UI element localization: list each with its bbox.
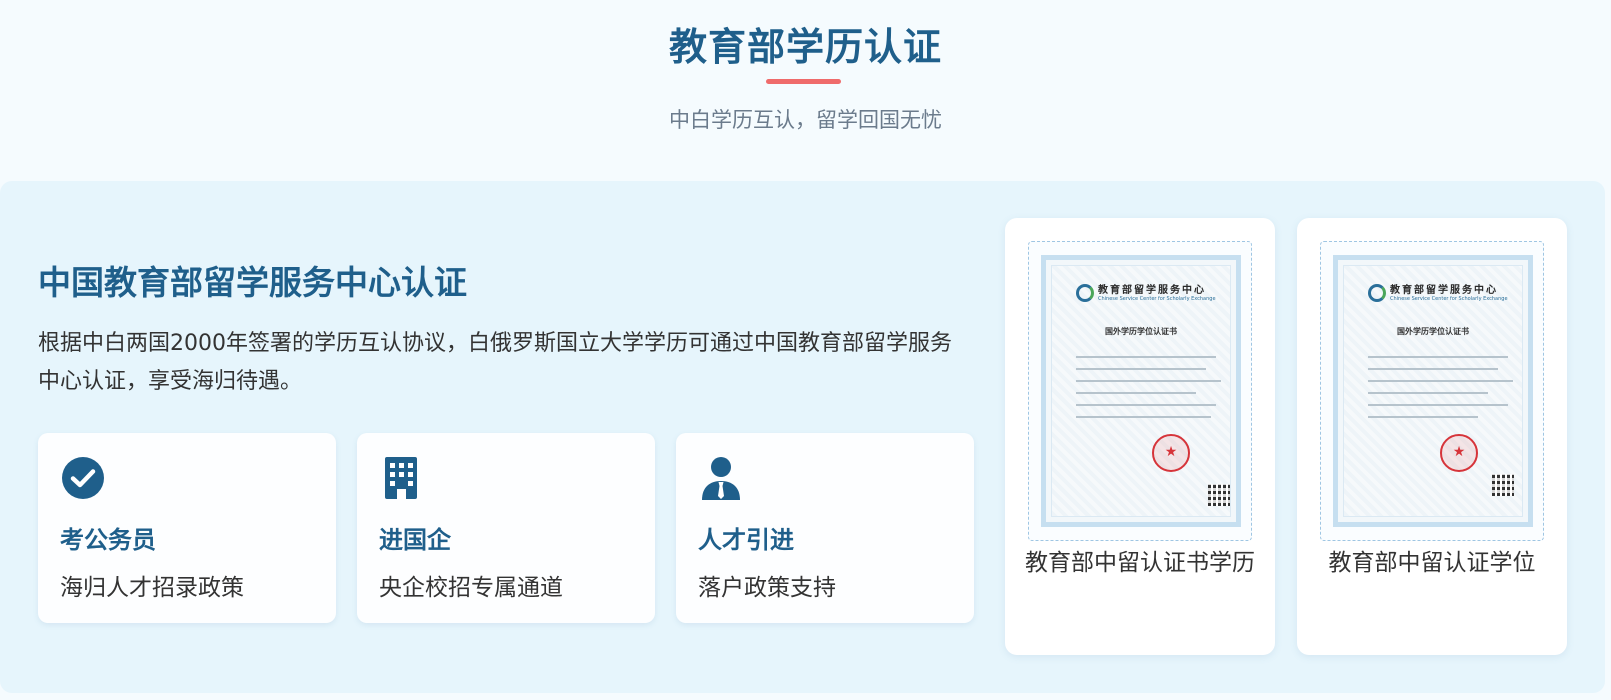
building-icon	[385, 457, 417, 499]
check-circle-icon	[62, 457, 104, 499]
certificate-text-line	[1368, 380, 1513, 382]
certificate-heading: 国外学历学位认证书	[1105, 327, 1177, 336]
certificate-card-degree-record[interactable]: 教育部留学服务中心 Chinese Service Center for Sch…	[1005, 218, 1275, 655]
certificate-card-degree[interactable]: 教育部留学服务中心 Chinese Service Center for Sch…	[1297, 218, 1567, 655]
certificate-image-frame: 教育部留学服务中心 Chinese Service Center for Sch…	[1028, 241, 1252, 541]
benefit-subtitle: 海归人才招录政策	[60, 575, 244, 601]
certificate-image-frame: 教育部留学服务中心 Chinese Service Center for Sch…	[1320, 241, 1544, 541]
certificate-text-line	[1368, 416, 1478, 418]
certificate-text-line	[1076, 356, 1216, 358]
title-underline	[766, 79, 841, 84]
cscse-logo-icon	[1076, 284, 1094, 302]
certificate-text-line	[1076, 416, 1211, 418]
certificate-caption: 教育部中留认证书学历	[1025, 550, 1255, 576]
section-title: 中国教育部留学服务中心认证	[38, 263, 467, 302]
benefit-subtitle: 落户政策支持	[698, 575, 836, 601]
benefit-title: 人才引进	[698, 526, 794, 554]
qr-code-icon	[1208, 484, 1230, 506]
page-title: 教育部学历认证	[668, 25, 942, 69]
page-subtitle: 中白学历互认，留学回国无忧	[669, 108, 942, 132]
certificate-text-line	[1076, 368, 1206, 370]
certificate-image: 教育部留学服务中心 Chinese Service Center for Sch…	[1333, 255, 1533, 527]
qr-code-icon	[1492, 474, 1514, 496]
certificate-heading: 国外学历学位认证书	[1397, 327, 1469, 336]
certificate-text-line	[1368, 392, 1488, 394]
benefit-subtitle: 央企校招专属通道	[379, 575, 563, 601]
certificate-org-name-en: Chinese Service Center for Scholarly Exc…	[1098, 296, 1216, 302]
certificate-org-name: 教育部留学服务中心	[1098, 285, 1206, 296]
official-seal-icon	[1440, 434, 1478, 472]
certificate-text-line	[1076, 404, 1216, 406]
certificate-text-line	[1076, 392, 1196, 394]
certificate-text-line	[1368, 404, 1508, 406]
section-description: 根据中白两国2000年签署的学历互认协议，白俄罗斯国立大学学历可通过中国教育部留…	[38, 331, 952, 394]
benefit-title: 进国企	[379, 526, 451, 554]
benefit-title: 考公务员	[60, 526, 156, 554]
certificate-image: 教育部留学服务中心 Chinese Service Center for Sch…	[1041, 255, 1241, 527]
certificate-text-line	[1368, 356, 1508, 358]
benefit-card-civil-servant[interactable]: 考公务员 海归人才招录政策	[38, 433, 336, 623]
certificate-text-line	[1076, 380, 1221, 382]
benefit-card-talent-introduction[interactable]: 人才引进 落户政策支持	[676, 433, 974, 623]
person-tie-icon	[702, 457, 740, 500]
official-seal-icon	[1152, 434, 1190, 472]
certificate-org-name-en: Chinese Service Center for Scholarly Exc…	[1390, 296, 1508, 302]
certificate-text-line	[1368, 368, 1498, 370]
certificate-org-name: 教育部留学服务中心	[1390, 285, 1498, 296]
certificate-caption: 教育部中留认证学位	[1328, 550, 1536, 576]
cscse-logo-icon	[1368, 284, 1386, 302]
benefit-card-state-enterprise[interactable]: 进国企 央企校招专属通道	[357, 433, 655, 623]
